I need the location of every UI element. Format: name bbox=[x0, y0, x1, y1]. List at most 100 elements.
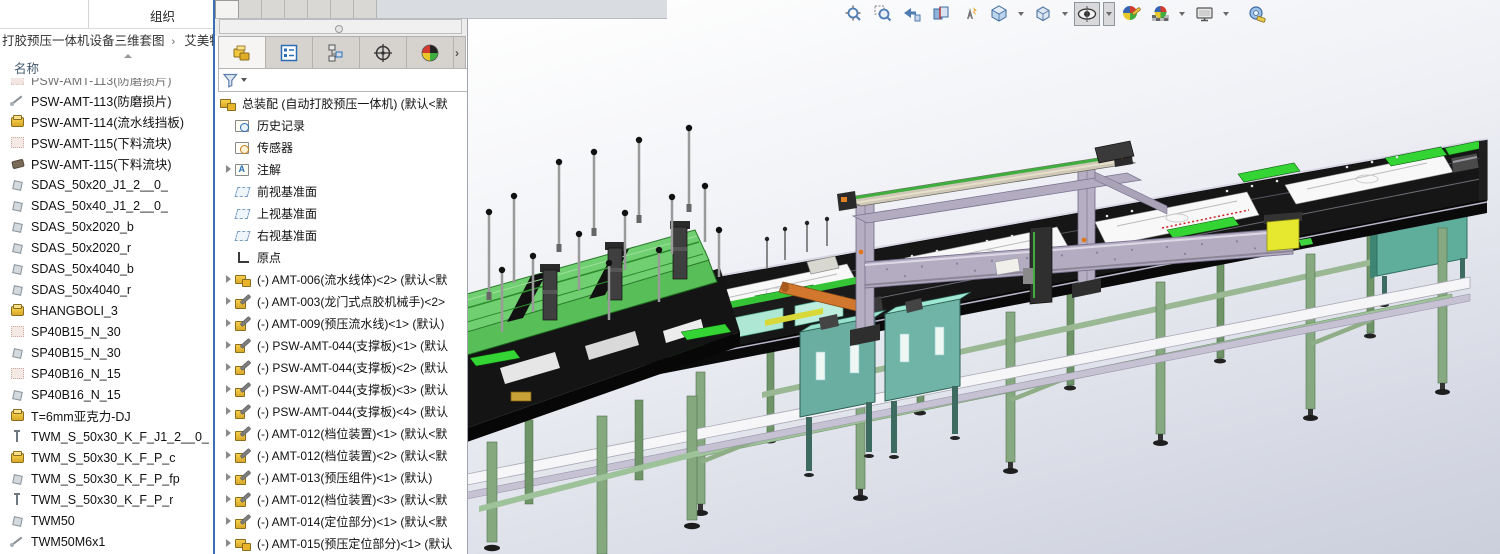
display-style-dropdown[interactable] bbox=[1059, 2, 1071, 26]
ribbon-tab[interactable] bbox=[215, 0, 239, 18]
tree-row[interactable]: (-) AMT-012(档位装置)<2> (默认<默 bbox=[215, 444, 467, 466]
expand-arrow-icon[interactable] bbox=[223, 339, 235, 351]
tree-row[interactable]: (-) AMT-013(预压组件)<1> (默认) bbox=[215, 466, 467, 488]
graphics-viewport[interactable] bbox=[467, 0, 1500, 554]
file-list-item[interactable]: T=6mm亚克力-DJ bbox=[0, 405, 213, 426]
name-column-header[interactable]: 名称 bbox=[14, 58, 39, 77]
tree-row[interactable]: 前视基准面 bbox=[215, 180, 467, 202]
tree-row[interactable]: 历史记录 bbox=[215, 114, 467, 136]
file-name: SP40B16_N_15 bbox=[31, 388, 121, 402]
previous-view-icon[interactable] bbox=[899, 2, 925, 26]
organize-menu[interactable]: 组织 bbox=[150, 6, 175, 25]
file-list-item[interactable]: SP40B15_N_30 bbox=[0, 321, 213, 342]
zoom-to-fit-icon[interactable] bbox=[841, 2, 867, 26]
file-list-item[interactable]: PSW-AMT-115(下料流块) bbox=[0, 153, 213, 174]
file-type-icon bbox=[10, 261, 25, 276]
ribbon-tab[interactable] bbox=[354, 0, 377, 18]
file-list-item[interactable]: TWM_S_50x30_K_F_P_r bbox=[0, 489, 213, 510]
tree-row[interactable]: (-) PSW-AMT-044(支撑板)<3> (默认 bbox=[215, 378, 467, 400]
expand-arrow-icon[interactable] bbox=[223, 383, 235, 395]
tab-propertymanager[interactable] bbox=[266, 37, 313, 68]
file-list-item[interactable]: PSW-AMT-113(防磨损片) bbox=[0, 90, 213, 111]
file-list-item[interactable]: SDAS_50x20_J1_2__0_ bbox=[0, 174, 213, 195]
panel-collapse-handle[interactable] bbox=[335, 25, 343, 33]
hide-show-items-icon[interactable] bbox=[1074, 2, 1100, 26]
expand-arrow-icon[interactable] bbox=[223, 493, 235, 505]
file-list-item[interactable]: SHANGBOLI_3 bbox=[0, 300, 213, 321]
tree-row[interactable]: (-) AMT-012(档位装置)<3> (默认<默 bbox=[215, 488, 467, 510]
view-orientation-icon[interactable] bbox=[986, 2, 1012, 26]
tree-row[interactable]: 上视基准面 bbox=[215, 202, 467, 224]
manager-tabs-overflow[interactable]: › bbox=[454, 37, 465, 68]
expand-arrow-icon[interactable] bbox=[223, 427, 235, 439]
ribbon-tab[interactable] bbox=[262, 0, 285, 18]
display-style-icon[interactable] bbox=[1030, 2, 1056, 26]
zoom-to-area-icon[interactable] bbox=[870, 2, 896, 26]
expand-arrow-icon[interactable] bbox=[223, 405, 235, 417]
breadcrumb[interactable]: 打胶预压一体机设备三维套图›艾美特 bbox=[0, 30, 213, 54]
file-list-item[interactable]: PSW-AMT-115(下料流块) bbox=[0, 132, 213, 153]
file-list-item[interactable]: TWM_S_50x30_K_F_J1_2__0_ bbox=[0, 426, 213, 447]
ribbon-tab[interactable] bbox=[331, 0, 354, 18]
file-list-item[interactable]: SDAS_50x40_J1_2__0_ bbox=[0, 195, 213, 216]
tab-displaymanager[interactable] bbox=[407, 37, 454, 68]
file-list-item[interactable]: SDAS_50x2020_b bbox=[0, 216, 213, 237]
file-list-item[interactable]: SP40B15_N_30 bbox=[0, 342, 213, 363]
expand-arrow-icon[interactable] bbox=[223, 317, 235, 329]
file-list-item[interactable]: SDAS_50x4040_r bbox=[0, 279, 213, 300]
tree-row[interactable]: 注解 bbox=[215, 158, 467, 180]
file-list-item[interactable]: SP40B16_N_15 bbox=[0, 363, 213, 384]
expand-arrow-icon[interactable] bbox=[223, 295, 235, 307]
tree-row[interactable]: (-) AMT-009(预压流水线)<1> (默认) bbox=[215, 312, 467, 334]
edit-appearance-icon[interactable] bbox=[1118, 2, 1144, 26]
view-settings-icon[interactable] bbox=[1191, 2, 1217, 26]
tree-filter-box[interactable] bbox=[218, 68, 468, 92]
tree-row[interactable]: (-) PSW-AMT-044(支撑板)<2> (默认 bbox=[215, 356, 467, 378]
view-orientation-dropdown[interactable] bbox=[1015, 2, 1027, 26]
assembly-3d-view[interactable] bbox=[467, 0, 1500, 554]
file-list-item[interactable]: SDAS_50x4040_b bbox=[0, 258, 213, 279]
tab-dimxpertmanager[interactable] bbox=[360, 37, 407, 68]
tree-row[interactable]: 传感器 bbox=[215, 136, 467, 158]
file-list-item[interactable]: TWM_S_50x30_K_F_P_c bbox=[0, 447, 213, 468]
apply-scene-dropdown[interactable] bbox=[1176, 2, 1188, 26]
tree-row[interactable]: 原点 bbox=[215, 246, 467, 268]
section-view-icon[interactable] bbox=[928, 2, 954, 26]
expand-arrow-icon[interactable] bbox=[223, 449, 235, 461]
file-list-item[interactable]: PSW-AMT-114(流水线挡板) bbox=[0, 111, 213, 132]
measure-icon[interactable] bbox=[1244, 2, 1270, 26]
sort-ascending-icon[interactable] bbox=[124, 54, 132, 58]
expand-arrow-icon[interactable] bbox=[223, 515, 235, 527]
tree-row[interactable]: (-) PSW-AMT-044(支撑板)<4> (默认 bbox=[215, 400, 467, 422]
file-list-item[interactable]: SDAS_50x2020_r bbox=[0, 237, 213, 258]
tree-row[interactable]: (-) AMT-014(定位部分)<1> (默认<默 bbox=[215, 510, 467, 532]
file-list-item[interactable]: PSW-AMT-113(防磨损片) bbox=[0, 78, 213, 90]
file-list-item[interactable]: SP40B16_N_15 bbox=[0, 384, 213, 405]
file-list-item[interactable]: TWM_S_50x30_K_F_P_fp bbox=[0, 468, 213, 489]
ribbon-tab[interactable] bbox=[308, 0, 331, 18]
tree-row[interactable]: 总装配 (自动打胶预压一体机) (默认<默 bbox=[215, 92, 467, 114]
ribbon-tab[interactable] bbox=[239, 0, 262, 18]
tree-row[interactable]: (-) AMT-015(预压定位部分)<1> (默认 bbox=[215, 532, 467, 554]
hide-show-items-dropdown[interactable] bbox=[1103, 2, 1115, 26]
tree-row[interactable]: (-) AMT-006(流水线体)<2> (默认<默 bbox=[215, 268, 467, 290]
tab-configurationmanager[interactable] bbox=[313, 37, 360, 68]
view-settings-dropdown[interactable] bbox=[1220, 2, 1232, 26]
file-list-item[interactable]: TWM50M6x1 bbox=[0, 531, 213, 552]
expand-arrow-icon[interactable] bbox=[223, 537, 235, 549]
apply-scene-icon[interactable] bbox=[1147, 2, 1173, 26]
expand-arrow-icon[interactable] bbox=[223, 361, 235, 373]
expand-arrow-icon[interactable] bbox=[223, 471, 235, 483]
tree-row[interactable]: (-) AMT-003(龙门式点胶机械手)<2> bbox=[215, 290, 467, 312]
tree-row[interactable]: (-) PSW-AMT-044(支撑板)<1> (默认 bbox=[215, 334, 467, 356]
file-list-item[interactable]: TWM50 bbox=[0, 510, 213, 531]
tab-featuremanager-design-tree[interactable] bbox=[219, 37, 266, 68]
expand-arrow-icon[interactable] bbox=[223, 273, 235, 285]
breadcrumb-subfolder[interactable]: 艾美特 bbox=[184, 34, 213, 48]
ribbon-tab[interactable] bbox=[285, 0, 308, 18]
breadcrumb-folder[interactable]: 打胶预压一体机设备三维套图 bbox=[2, 34, 165, 48]
tree-row[interactable]: (-) AMT-012(档位装置)<1> (默认<默 bbox=[215, 422, 467, 444]
dynamic-annotation-views-icon[interactable] bbox=[957, 2, 983, 26]
tree-row[interactable]: 右视基准面 bbox=[215, 224, 467, 246]
expand-arrow-icon[interactable] bbox=[223, 163, 235, 175]
